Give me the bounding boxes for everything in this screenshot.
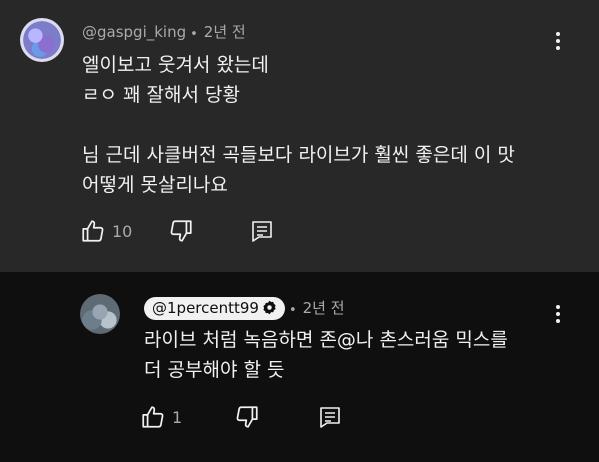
reply-comment-avatar[interactable] xyxy=(80,294,120,334)
top-dislike-button[interactable] xyxy=(168,218,194,244)
more-vert-icon xyxy=(556,305,560,323)
reply-comment-author-chip[interactable]: @1percentt99 xyxy=(144,297,285,320)
top-comment-avatar[interactable] xyxy=(20,18,64,62)
reply-comment-author: @1percentt99 xyxy=(152,299,259,317)
reply-icon xyxy=(252,221,273,242)
top-comment-body: 엘이보고 웃겨서 왔는데 ㄹㅇ 꽤 잘해서 당황 님 근데 사클버전 곡들보다 … xyxy=(82,54,515,196)
thumb-up-icon xyxy=(142,406,164,428)
verified-badge-icon xyxy=(263,300,276,315)
thumb-down-icon xyxy=(236,406,258,428)
top-like-button[interactable] xyxy=(80,218,106,244)
reply-dislike-button[interactable] xyxy=(234,404,260,430)
reply-like-count: 1 xyxy=(172,407,183,427)
more-vert-icon xyxy=(556,32,560,50)
reply-comment-more-button[interactable] xyxy=(546,302,570,326)
reply-icon xyxy=(320,407,340,428)
top-comment-header: @gaspgi_king • 2년 전 xyxy=(82,21,246,42)
separator-dot: • xyxy=(190,27,198,42)
top-comment-time[interactable]: 2년 전 xyxy=(204,23,246,41)
top-comment-actions: 10 xyxy=(80,218,274,244)
top-comment-author[interactable]: @gaspgi_king xyxy=(82,23,186,41)
top-like-count: 10 xyxy=(112,221,133,241)
reply-comment-time[interactable]: 2년 전 xyxy=(303,299,345,317)
separator-dot: • xyxy=(288,303,297,318)
thumb-down-icon xyxy=(170,220,192,242)
reply-comment-header: @1percentt99 • 2년 전 xyxy=(144,297,345,320)
top-reply-button[interactable] xyxy=(250,219,274,243)
top-comment-more-button[interactable] xyxy=(546,29,570,53)
reply-comment-body: 라이브 처럼 녹음하면 존@나 촌스러움 믹스를 더 공부해야 할 듯 xyxy=(144,329,508,381)
reply-comment-actions: 1 xyxy=(140,404,342,430)
reply-like-button[interactable] xyxy=(140,404,166,430)
thumb-up-icon xyxy=(82,220,104,242)
reply-reply-button[interactable] xyxy=(318,405,342,429)
